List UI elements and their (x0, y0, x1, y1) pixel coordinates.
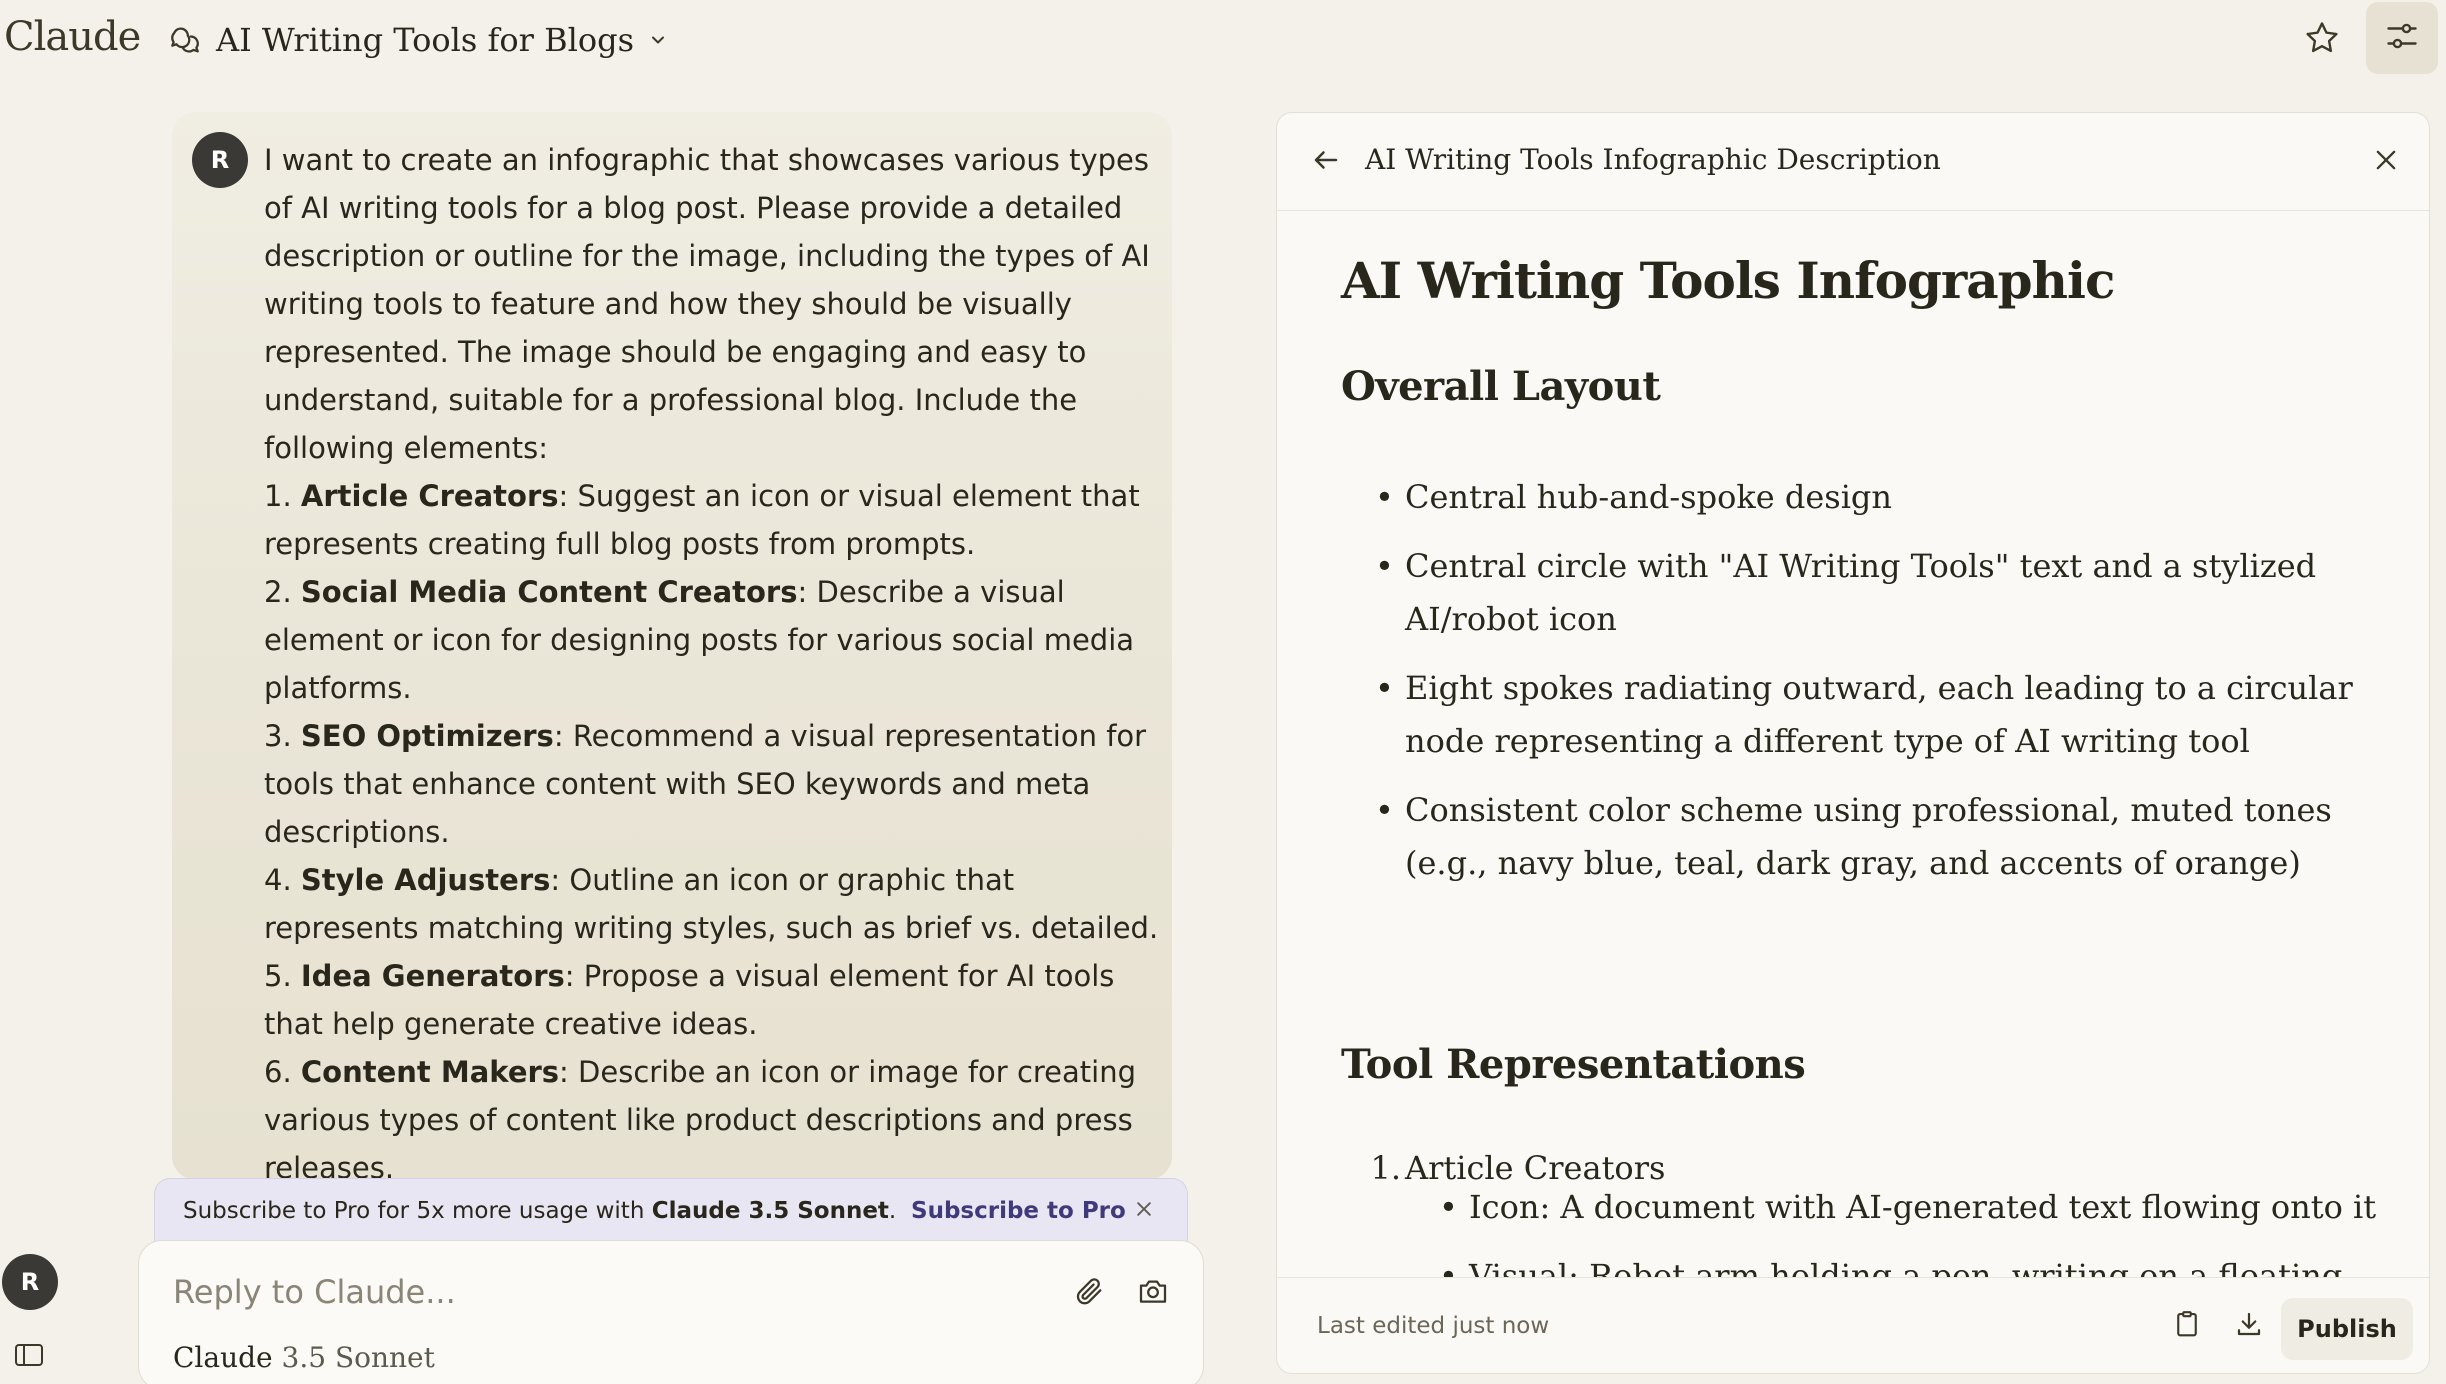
artifact-header: AI Writing Tools Infographic Description (1277, 113, 2429, 211)
last-edited-status: Last edited just now (1317, 1313, 1550, 1339)
close-artifact-button[interactable] (2367, 143, 2405, 181)
artifact-footer: Last edited just now Publish (1277, 1277, 2429, 1373)
message-item: 4. Style Adjusters: Outline an icon or g… (264, 863, 1159, 945)
message-item: 1. Article Creators: Suggest an icon or … (264, 479, 1140, 561)
section-heading: Tool Representations (1341, 1041, 1806, 1088)
reply-composer[interactable]: Reply to Claude... Claude 3.5 Sonnet (138, 1240, 1204, 1384)
list-item: Icon: A document with AI-generated text … (1405, 1181, 2381, 1234)
paperclip-icon (1073, 1275, 1105, 1311)
artifact-content: AI Writing Tools Infographic Overall Lay… (1277, 211, 2429, 1277)
claude-logo[interactable]: Claude (4, 14, 141, 60)
chat-title-text: AI Writing Tools for Blogs (216, 21, 634, 59)
arrow-left-icon (1311, 145, 1341, 179)
message-item: 5. Idea Generators: Propose a visual ele… (264, 959, 1115, 1041)
star-icon (2303, 19, 2341, 61)
subscribe-banner: Subscribe to Pro for 5x more usage with … (154, 1178, 1188, 1244)
message-item: 2. Social Media Content Creators: Descri… (264, 575, 1135, 705)
sliders-icon (2384, 18, 2420, 58)
chevron-down-icon (648, 30, 668, 50)
message-text: I want to create an infographic that sho… (264, 136, 1164, 1180)
tool-bullet-list: Icon: A document with AI-generated text … (1405, 1181, 2381, 1277)
message-item: 3. SEO Optimizers: Recommend a visual re… (264, 719, 1147, 849)
section-heading: Overall Layout (1341, 363, 1661, 410)
artifact-panel: AI Writing Tools Infographic Description… (1276, 112, 2430, 1374)
model-selector[interactable]: Claude 3.5 Sonnet (173, 1341, 435, 1374)
user-message: R I want to create an infographic that s… (172, 112, 1172, 1180)
settings-button[interactable] (2366, 2, 2438, 74)
back-button[interactable] (1307, 143, 1345, 181)
list-item: Consistent color scheme using profession… (1341, 784, 2381, 890)
banner-text: Subscribe to Pro for 5x more usage with … (183, 1198, 897, 1224)
publish-button[interactable]: Publish (2281, 1298, 2413, 1360)
screenshot-button[interactable] (1133, 1273, 1173, 1313)
banner-close-button[interactable] (1129, 1197, 1159, 1227)
reply-input[interactable]: Reply to Claude... (173, 1273, 456, 1311)
download-icon (2234, 1309, 2264, 1343)
message-item: 6. Content Makers: Describe an icon or i… (264, 1055, 1137, 1180)
close-icon (1134, 1199, 1154, 1225)
chat-bubbles-icon (168, 23, 202, 57)
subscribe-to-pro-link[interactable]: Subscribe to Pro (911, 1198, 1126, 1224)
camera-icon (1137, 1275, 1169, 1311)
star-button[interactable] (2296, 14, 2348, 66)
copy-button[interactable] (2167, 1306, 2207, 1346)
list-item: Central hub-and-spoke design (1341, 471, 2381, 524)
doc-title: AI Writing Tools Infographic (1341, 251, 2115, 310)
layout-bullet-list: Central hub-and-spoke design Central cir… (1341, 471, 2381, 890)
close-icon (2372, 146, 2400, 178)
message-intro: I want to create an infographic that sho… (264, 143, 1150, 465)
user-avatar: R (192, 132, 248, 188)
list-item: Central circle with "AI Writing Tools" t… (1341, 540, 2381, 646)
download-button[interactable] (2229, 1306, 2269, 1346)
attach-file-button[interactable] (1069, 1273, 1109, 1313)
account-avatar[interactable]: R (2, 1254, 58, 1310)
list-item: Visual: Robot arm holding a pen, writing… (1405, 1250, 2381, 1277)
list-item: Eight spokes radiating outward, each lea… (1341, 662, 2381, 768)
sidebar-toggle-button[interactable] (14, 1342, 44, 1368)
clipboard-icon (2172, 1309, 2202, 1343)
chat-title-dropdown[interactable]: AI Writing Tools for Blogs (168, 16, 668, 64)
top-bar: Claude AI Writing Tools for Blogs (0, 0, 2446, 80)
artifact-title: AI Writing Tools Infographic Description (1365, 143, 1941, 176)
sidebar-icon (14, 1344, 44, 1372)
